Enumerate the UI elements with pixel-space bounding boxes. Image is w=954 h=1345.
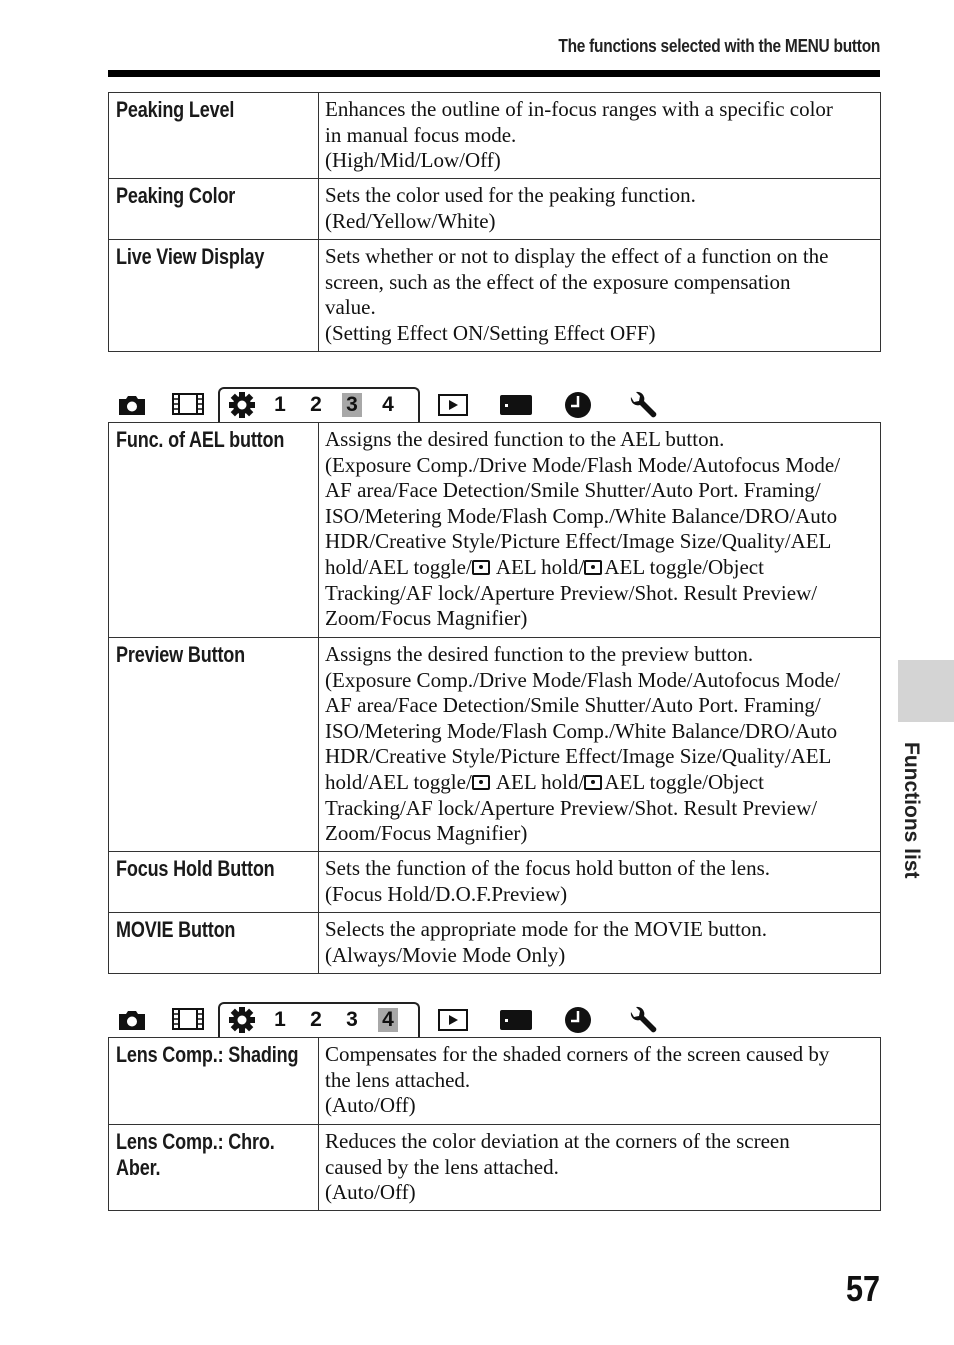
function-name: Lens Comp.: Chro. xyxy=(116,1129,275,1154)
spot-ael-icon xyxy=(584,559,603,575)
function-name: Peaking Level xyxy=(116,97,235,122)
functions-table-2: Func. of AEL button Assigns the desired … xyxy=(108,422,881,974)
menu-tab-bar-1: 1 2 3 4 xyxy=(108,383,668,425)
function-description: Sets the color used for the peaking func… xyxy=(318,178,881,240)
table-row: Focus Hold Button Sets the function of t… xyxy=(108,851,881,913)
function-name: Preview Button xyxy=(116,642,246,667)
tab-custom-3[interactable]: 3 xyxy=(342,1008,362,1032)
movie-film-icon xyxy=(172,1008,204,1030)
side-index-label: Functions list xyxy=(900,742,923,879)
function-name: Live View Display xyxy=(116,244,265,269)
camera-icon xyxy=(119,1011,145,1030)
function-name: Peaking Color xyxy=(116,183,236,208)
spot-ael-icon xyxy=(471,559,490,575)
setup-wrench-icon[interactable] xyxy=(628,391,658,419)
camera-icon xyxy=(119,396,145,415)
menu-tab-bar-2: 1 2 3 4 xyxy=(108,998,668,1040)
clock-icon[interactable] xyxy=(564,1006,592,1034)
function-description: Reduces the color deviation at the corne… xyxy=(318,1124,881,1211)
function-name: Lens Comp.: Shading xyxy=(116,1042,299,1067)
tab-custom-1[interactable]: 1 xyxy=(270,1008,290,1032)
table-row: Live View Display Sets whether or not to… xyxy=(108,239,881,352)
function-description: Sets whether or not to display the effec… xyxy=(318,239,881,352)
playback-icon[interactable] xyxy=(438,1009,468,1031)
custom-settings-gear-icon xyxy=(229,1007,255,1033)
table-row: Func. of AEL button Assigns the desired … xyxy=(108,422,881,638)
tab-custom-1[interactable]: 1 xyxy=(270,393,290,417)
section-header-title: The functions selected with the MENU but… xyxy=(558,36,880,56)
function-name-cont: Aber. xyxy=(116,1155,161,1180)
function-description: Assigns the desired function to the AEL … xyxy=(318,422,881,638)
tab-custom-4-active[interactable]: 4 xyxy=(378,1008,398,1032)
functions-table-1: Peaking Level Enhances the outline of in… xyxy=(108,92,881,352)
tab-custom-4[interactable]: 4 xyxy=(378,393,398,417)
header-rule xyxy=(108,70,880,77)
setup-wrench-icon[interactable] xyxy=(628,1006,658,1034)
side-index-tab xyxy=(898,660,954,722)
custom-settings-gear-icon xyxy=(229,392,255,418)
functions-table-3: Lens Comp.: Shading Compensates for the … xyxy=(108,1037,881,1211)
tab-custom-2[interactable]: 2 xyxy=(306,1008,326,1032)
function-name: Func. of AEL button xyxy=(116,427,285,452)
function-description: Enhances the outline of in-focus ranges … xyxy=(318,92,881,179)
function-description: Selects the appropriate mode for the MOV… xyxy=(318,912,881,974)
function-description: Compensates for the shaded corners of th… xyxy=(318,1037,881,1125)
table-row: Peaking Level Enhances the outline of in… xyxy=(108,92,881,179)
movie-film-icon xyxy=(172,393,204,415)
spot-ael-icon xyxy=(471,774,490,790)
memory-card-icon[interactable] xyxy=(500,1010,532,1030)
function-description: Sets the function of the focus hold butt… xyxy=(318,851,881,913)
table-row: Lens Comp.: Chro. Aber. Reduces the colo… xyxy=(108,1124,881,1211)
function-name: Focus Hold Button xyxy=(116,856,275,881)
spot-ael-icon xyxy=(584,774,603,790)
playback-icon[interactable] xyxy=(438,394,468,416)
table-row: Preview Button Assigns the desired funct… xyxy=(108,637,881,852)
function-description: Assigns the desired function to the prev… xyxy=(318,637,881,852)
clock-icon[interactable] xyxy=(564,391,592,419)
table-row: Peaking Color Sets the color used for th… xyxy=(108,178,881,240)
page-number: 57 xyxy=(845,1268,880,1309)
table-row: MOVIE Button Selects the appropriate mod… xyxy=(108,912,881,974)
tab-custom-2[interactable]: 2 xyxy=(306,393,326,417)
tab-custom-3-active[interactable]: 3 xyxy=(342,393,362,417)
table-row: Lens Comp.: Shading Compensates for the … xyxy=(108,1037,881,1125)
memory-card-icon[interactable] xyxy=(500,395,532,415)
function-name: MOVIE Button xyxy=(116,917,236,942)
